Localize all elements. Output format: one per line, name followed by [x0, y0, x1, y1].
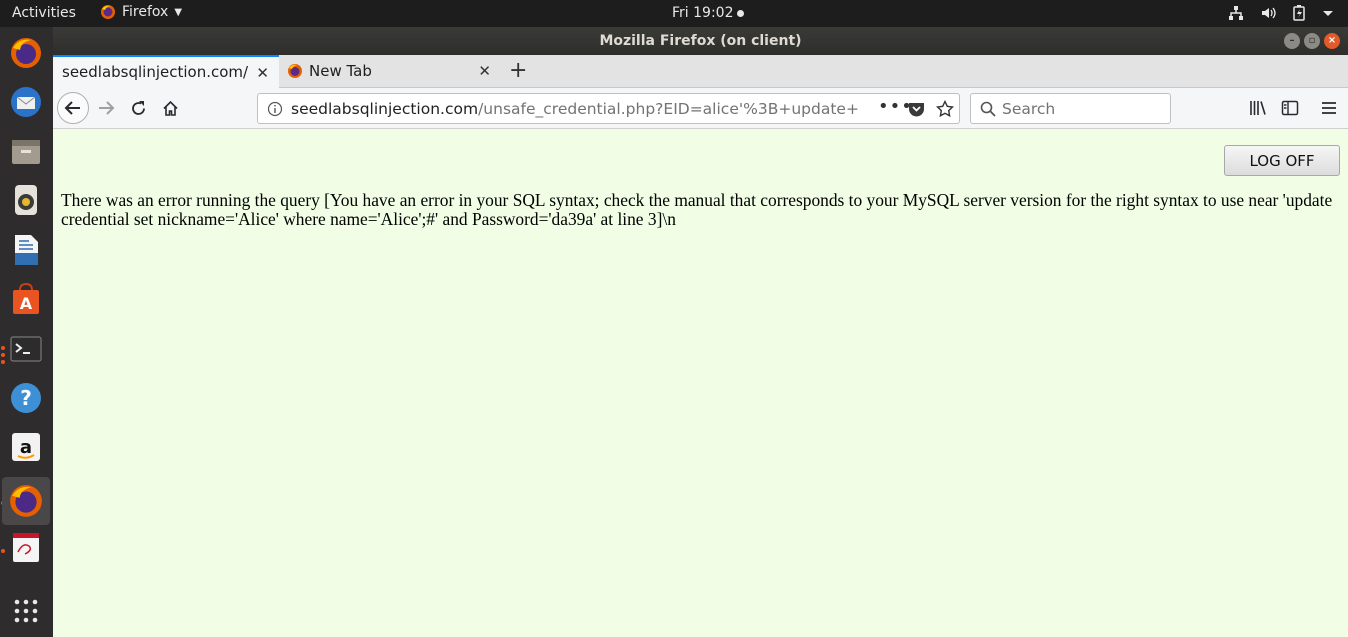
close-tab-icon[interactable]: ✕	[478, 62, 491, 80]
reload-icon	[131, 100, 145, 115]
tab-strip: seedlabsqlinjection.com/ ✕ New Tab ✕ +	[53, 55, 1348, 88]
clock-label: Fri 19:02	[672, 5, 734, 21]
dock-firefox[interactable]	[6, 33, 46, 73]
window-title: Mozilla Firefox (on client)	[599, 33, 802, 49]
site-info-icon[interactable]	[267, 101, 283, 117]
rhythmbox-icon	[15, 185, 37, 215]
chevron-down-icon: ▼	[174, 6, 183, 18]
svg-text:?: ?	[20, 386, 32, 410]
battery-icon	[1293, 5, 1305, 21]
dock-libreoffice-writer[interactable]	[6, 230, 46, 270]
search-icon	[980, 101, 996, 117]
dock-help[interactable]: ?	[6, 378, 46, 418]
forward-button[interactable]	[91, 93, 121, 123]
forward-arrow-icon	[99, 101, 115, 115]
dock-terminal[interactable]	[6, 329, 46, 369]
thunderbird-icon	[11, 87, 41, 117]
system-menu-chevron-icon	[1323, 11, 1333, 16]
window-controls: – ▫ ×	[1284, 33, 1340, 49]
text-editor-icon	[13, 533, 39, 562]
firefox-icon	[11, 38, 41, 68]
ubuntu-software-icon: A	[13, 282, 39, 314]
sql-error-message: There was an error running the query [Yo…	[61, 190, 1333, 229]
app-menu[interactable]: Firefox ▼	[100, 4, 182, 20]
help-icon: ?	[11, 383, 41, 413]
activities-button[interactable]: Activities	[12, 5, 76, 21]
open-menu-button[interactable]	[1314, 93, 1344, 123]
tab-label: New Tab	[309, 62, 372, 80]
svg-text:a: a	[20, 437, 32, 458]
show-apps-icon	[14, 599, 38, 623]
dock-thunderbird[interactable]	[6, 82, 46, 122]
minimize-button[interactable]: –	[1284, 33, 1300, 49]
firefox-active-icon	[10, 485, 42, 517]
volume-icon	[1262, 7, 1276, 19]
address-bar[interactable]: seedlabsqlinjection.com/unsafe_credentia…	[257, 93, 960, 124]
svg-text:A: A	[20, 294, 33, 313]
bookmark-star-icon[interactable]	[936, 100, 954, 118]
back-button[interactable]	[57, 92, 89, 124]
log-off-button[interactable]: LOG OFF	[1224, 145, 1340, 176]
firefox-icon	[288, 64, 302, 78]
url-path: /unsafe_credential.php?EID=alice'%3B+upd…	[478, 100, 859, 118]
tab-label: seedlabsqlinjection.com/	[62, 63, 248, 81]
dock-show-apps[interactable]	[6, 591, 46, 631]
tab-new-tab[interactable]: New Tab ✕	[279, 55, 501, 88]
files-icon	[12, 140, 40, 164]
sidebar-icon	[1281, 100, 1299, 116]
gnome-top-bar: Activities Firefox ▼ Fri 19:02	[0, 0, 1348, 27]
library-icon	[1250, 101, 1266, 115]
sidebar-button[interactable]	[1275, 93, 1305, 123]
dock-rhythmbox[interactable]	[6, 180, 46, 220]
close-tab-icon[interactable]: ✕	[256, 64, 269, 82]
search-bar[interactable]: Search	[970, 93, 1171, 124]
app-menu-label: Firefox	[122, 4, 169, 20]
dock-amazon[interactable]: a	[6, 427, 46, 467]
window-title-bar[interactable]: Mozilla Firefox (on client) – ▫ ×	[53, 27, 1348, 55]
network-icon	[1229, 6, 1243, 20]
reload-button[interactable]	[123, 93, 153, 123]
ubuntu-dock: A ? a	[0, 27, 53, 637]
home-icon	[162, 100, 178, 116]
new-tab-button[interactable]: +	[509, 59, 527, 83]
terminal-icon	[10, 336, 42, 362]
firefox-icon	[101, 5, 115, 19]
navigation-toolbar: seedlabsqlinjection.com/unsafe_credentia…	[53, 88, 1348, 129]
system-tray[interactable]	[1228, 5, 1334, 21]
notification-dot-icon	[737, 9, 745, 17]
libreoffice-writer-icon	[15, 235, 38, 265]
home-button[interactable]	[155, 93, 185, 123]
url-text: seedlabsqlinjection.com/unsafe_credentia…	[291, 100, 871, 118]
close-window-button[interactable]: ×	[1324, 33, 1340, 49]
url-host: seedlabsqlinjection.com	[291, 100, 479, 118]
pocket-icon[interactable]	[908, 101, 925, 118]
search-placeholder: Search	[1002, 100, 1056, 118]
amazon-icon: a	[12, 433, 40, 461]
dock-files[interactable]	[6, 131, 46, 171]
dock-firefox-active[interactable]	[2, 477, 50, 525]
page-content: LOG OFF There was an error running the q…	[53, 129, 1348, 637]
tab-seedlabsqlinjection[interactable]: seedlabsqlinjection.com/ ✕	[53, 55, 279, 88]
library-button[interactable]	[1243, 93, 1273, 123]
maximize-button[interactable]: ▫	[1304, 33, 1320, 49]
dock-text-editor[interactable]	[6, 527, 46, 567]
back-arrow-icon	[64, 101, 80, 115]
dock-ubuntu-software[interactable]: A	[6, 279, 46, 319]
clock[interactable]: Fri 19:02	[672, 5, 745, 21]
hamburger-menu-icon	[1322, 102, 1336, 114]
